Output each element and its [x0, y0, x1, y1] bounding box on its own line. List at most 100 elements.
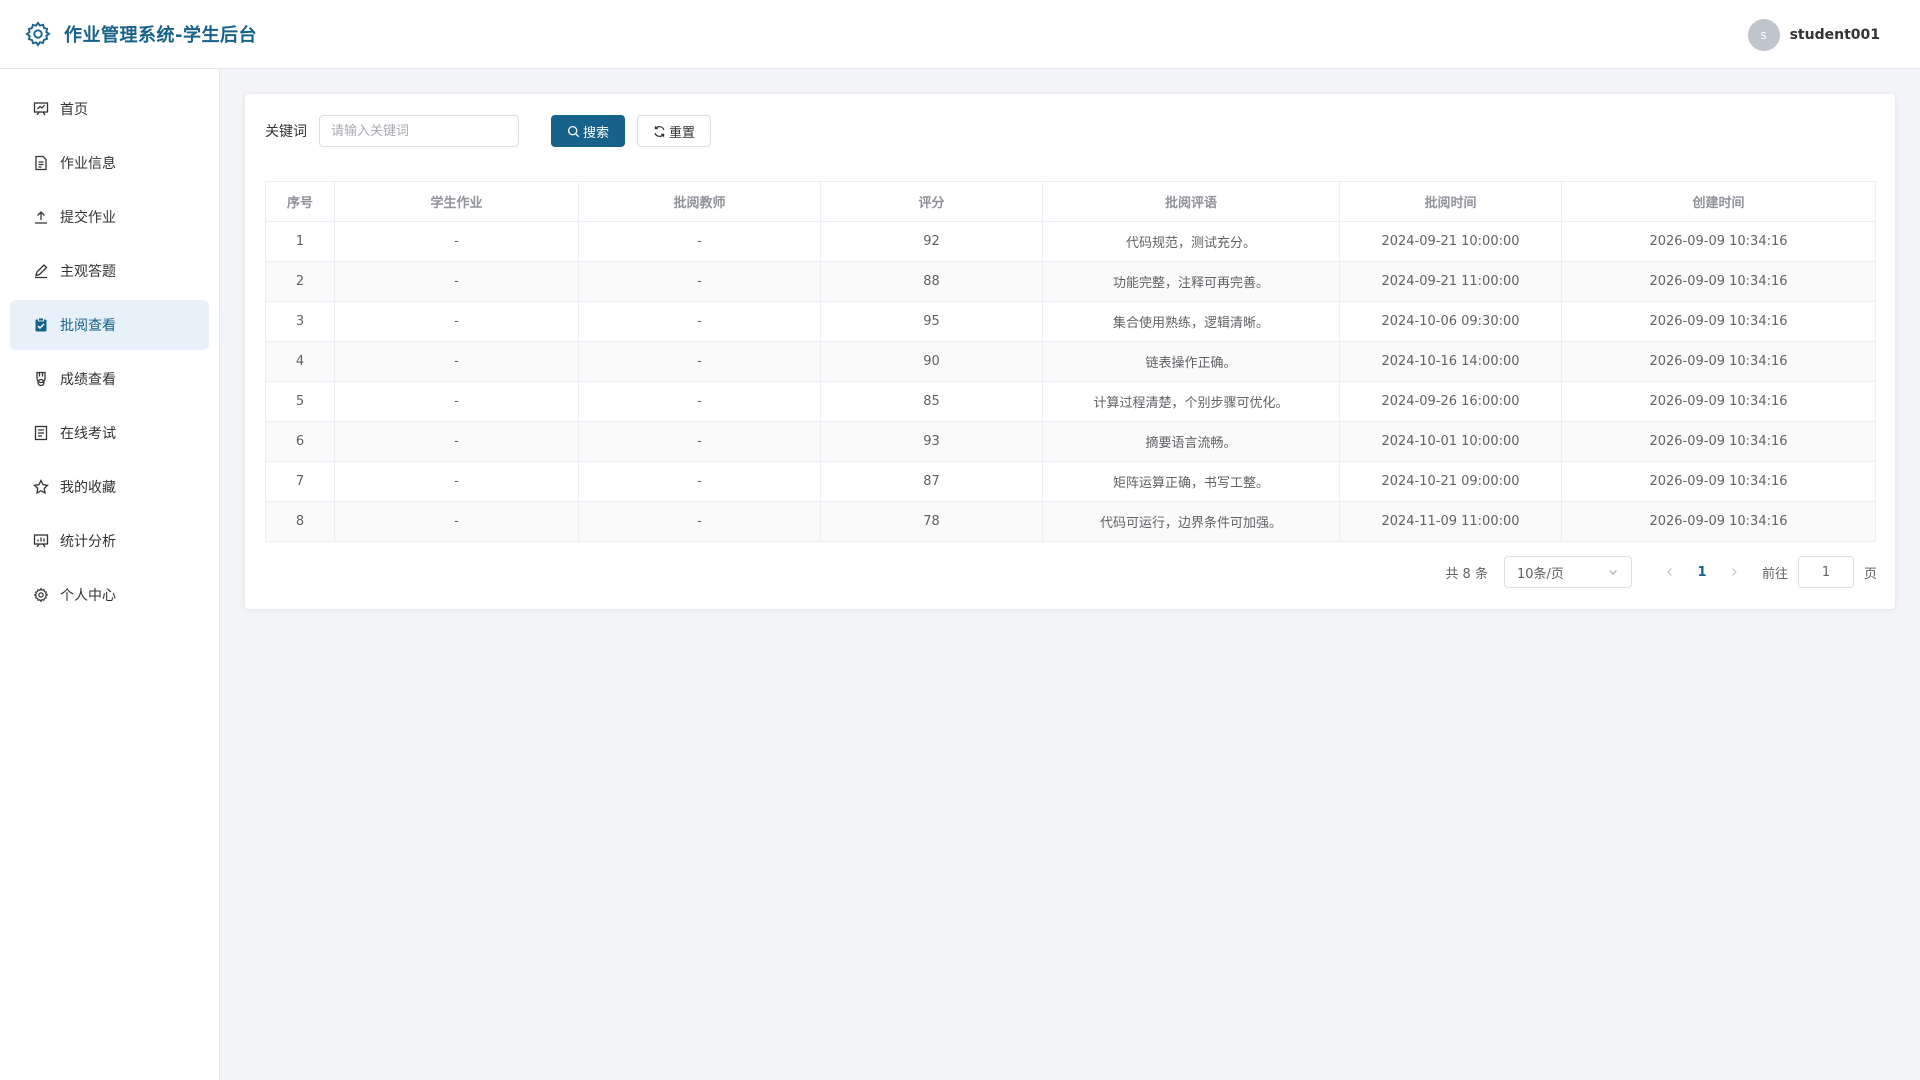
table-cell: 集合使用熟练，逻辑清晰。: [1042, 301, 1340, 342]
edit-pen-icon: [33, 263, 49, 279]
table-cell: 1: [265, 221, 335, 262]
sidebar-item-label: 主观答题: [60, 264, 116, 280]
column-header: 批阅时间: [1339, 181, 1562, 222]
table-cell: 代码可运行，边界条件可加强。: [1042, 501, 1340, 542]
table-cell: 2: [265, 261, 335, 302]
brand: 作业管理系统-学生后台: [24, 20, 257, 48]
reset-button[interactable]: 重置: [637, 115, 711, 147]
table-cell: -: [334, 381, 579, 422]
search-button[interactable]: 搜索: [551, 115, 625, 147]
table-cell: -: [578, 381, 821, 422]
next-page-button[interactable]: [1718, 556, 1750, 588]
avatar[interactable]: s: [1747, 18, 1780, 51]
table-cell: -: [334, 421, 579, 462]
table-header-row: 序号 学生作业 批阅教师 评分 批阅评语 批阅时间 创建时间: [265, 181, 1876, 222]
table-cell: 2026-09-09 10:34:16: [1561, 261, 1876, 302]
table-row[interactable]: 1 - - 92 代码规范，测试充分。 2024-09-21 10:00:00 …: [265, 221, 1876, 262]
table-cell: 2024-09-26 16:00:00: [1339, 381, 1562, 422]
search-bar: 关键词 搜索 重置: [265, 115, 711, 147]
review-card: 关键词 搜索 重置 序号 学生作业 批阅教师 评分 批阅评语 批阅时间: [245, 94, 1895, 609]
table-cell: 2026-09-09 10:34:16: [1561, 301, 1876, 342]
sidebar-item-online-exam[interactable]: 在线考试: [10, 408, 209, 458]
table-cell: -: [578, 421, 821, 462]
sidebar-item-subjective-answer[interactable]: 主观答题: [10, 246, 209, 296]
table-cell: 2026-09-09 10:34:16: [1561, 421, 1876, 462]
table-cell: 2024-10-21 09:00:00: [1339, 461, 1562, 502]
goto-label: 前往: [1761, 566, 1788, 582]
column-header: 序号: [265, 181, 335, 222]
table-cell: 2026-09-09 10:34:16: [1561, 381, 1876, 422]
sidebar-item-score-view[interactable]: 成绩查看: [10, 354, 209, 404]
table-cell: 7: [265, 461, 335, 502]
table-cell: -: [334, 221, 579, 262]
sidebar-item-home[interactable]: 首页: [10, 84, 209, 134]
chevron-left-icon: [1667, 568, 1672, 576]
table-row[interactable]: 2 - - 88 功能完整，注释可再完善。 2024-09-21 11:00:0…: [265, 261, 1876, 302]
sidebar-item-label: 在线考试: [60, 426, 116, 442]
medal-icon: [33, 371, 49, 387]
sidebar-item-submit-homework[interactable]: 提交作业: [10, 192, 209, 242]
review-table-wrapper: 序号 学生作业 批阅教师 评分 批阅评语 批阅时间 创建时间 1 - - 92 …: [265, 181, 1876, 542]
table-cell: 95: [820, 301, 1043, 342]
username[interactable]: student001: [1790, 27, 1880, 43]
refresh-icon: [654, 125, 665, 137]
table-cell: 87: [820, 461, 1043, 502]
data-board-icon: [33, 533, 49, 549]
top-header: 作业管理系统-学生后台 s student001: [0, 0, 1920, 69]
table-cell: 代码规范，测试充分。: [1042, 221, 1340, 262]
table-cell: 计算过程清楚，个别步骤可优化。: [1042, 381, 1340, 422]
table-cell: 2026-09-09 10:34:16: [1561, 341, 1876, 382]
review-table: 序号 学生作业 批阅教师 评分 批阅评语 批阅时间 创建时间 1 - - 92 …: [265, 181, 1876, 542]
table-row[interactable]: 3 - - 95 集合使用熟练，逻辑清晰。 2024-10-06 09:30:0…: [265, 301, 1876, 342]
reset-button-label: 重置: [668, 125, 695, 141]
checked-clipboard-icon: [33, 317, 49, 333]
sidebar-item-my-favorites[interactable]: 我的收藏: [10, 462, 209, 512]
table-row[interactable]: 5 - - 85 计算过程清楚，个别步骤可优化。 2024-09-26 16:0…: [265, 381, 1876, 422]
goto-page-input[interactable]: [1797, 556, 1854, 588]
chevron-down-icon: [1609, 570, 1617, 575]
table-cell: -: [578, 501, 821, 542]
table-cell: 链表操作正确。: [1042, 341, 1340, 382]
table-cell: 92: [820, 221, 1043, 262]
pagination-total: 共 8 条: [1445, 566, 1488, 582]
sidebar-item-label: 个人中心: [60, 588, 116, 604]
table-cell: 8: [265, 501, 335, 542]
page-size-select[interactable]: 10条/页: [1503, 556, 1632, 588]
page-number-current[interactable]: 1: [1686, 556, 1718, 588]
sidebar-item-label: 统计分析: [60, 534, 116, 550]
table-cell: -: [334, 341, 579, 382]
keyword-input[interactable]: [319, 115, 519, 147]
prev-page-button[interactable]: [1654, 556, 1686, 588]
keyword-label: 关键词: [265, 124, 307, 140]
app-title: 作业管理系统-学生后台: [64, 25, 257, 46]
star-icon: [33, 479, 49, 495]
page-unit-label: 页: [1863, 566, 1877, 582]
sidebar-item-review-view[interactable]: 批阅查看: [10, 300, 209, 350]
table-row[interactable]: 7 - - 87 矩阵运算正确，书写工整。 2024-10-21 09:00:0…: [265, 461, 1876, 502]
sidebar-item-homework-info[interactable]: 作业信息: [10, 138, 209, 188]
table-cell: -: [578, 221, 821, 262]
table-cell: -: [334, 501, 579, 542]
table-row[interactable]: 6 - - 93 摘要语言流畅。 2024-10-01 10:00:00 202…: [265, 421, 1876, 462]
search-icon: [567, 125, 580, 137]
table-cell: -: [334, 301, 579, 342]
table-cell: 2024-10-06 09:30:00: [1339, 301, 1562, 342]
table-cell: 3: [265, 301, 335, 342]
table-cell: -: [578, 301, 821, 342]
user-menu[interactable]: s student001: [1747, 0, 1880, 69]
table-row[interactable]: 8 - - 78 代码可运行，边界条件可加强。 2024-11-09 11:00…: [265, 501, 1876, 542]
table-cell: 2026-09-09 10:34:16: [1561, 221, 1876, 262]
table-cell: 摘要语言流畅。: [1042, 421, 1340, 462]
table-cell: 2026-09-09 10:34:16: [1561, 461, 1876, 502]
sidebar-item-personal-center[interactable]: 个人中心: [10, 570, 209, 620]
tickets-icon: [33, 425, 49, 441]
sidebar-item-label: 成绩查看: [60, 372, 116, 388]
table-cell: 5: [265, 381, 335, 422]
sidebar-item-statistics[interactable]: 统计分析: [10, 516, 209, 566]
search-button-label: 搜索: [582, 125, 609, 141]
column-header: 批阅教师: [578, 181, 821, 222]
column-header: 学生作业: [334, 181, 579, 222]
setting-icon: [33, 587, 49, 603]
table-cell: 6: [265, 421, 335, 462]
table-row[interactable]: 4 - - 90 链表操作正确。 2024-10-16 14:00:00 202…: [265, 341, 1876, 382]
